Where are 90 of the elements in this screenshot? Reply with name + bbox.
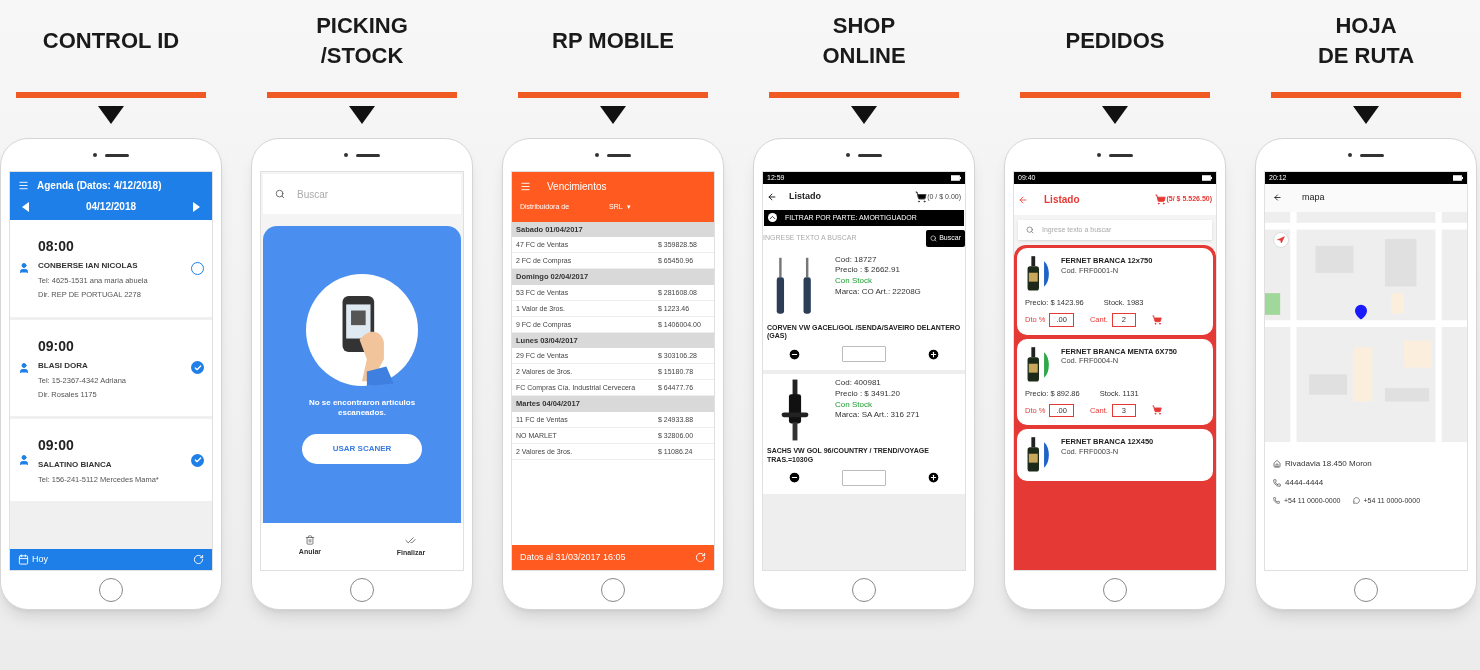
section-title: HOJA DE RUTA	[1317, 12, 1415, 70]
speaker-icon	[105, 153, 129, 157]
section-title: RP MOBILE	[552, 27, 674, 55]
increase-button[interactable]	[927, 471, 941, 484]
address-label: Rivadavia 18.450 Moron	[1285, 457, 1372, 470]
phone-label: 4444-4444	[1285, 476, 1324, 489]
section-title: SHOP ONLINE	[822, 12, 906, 70]
add-to-cart-icon[interactable]	[1152, 405, 1162, 416]
appointment-time: 08:00	[38, 237, 75, 256]
client-name: CONBERSE IAN NICOLAS	[38, 260, 139, 272]
down-arrow-icon	[851, 106, 877, 124]
camera-icon	[1097, 153, 1101, 157]
double-check-icon	[405, 534, 417, 546]
appointment-time: 09:00	[38, 436, 75, 455]
header-title: Agenda (Datos: 4/12/2018)	[37, 179, 162, 193]
back-icon[interactable]	[767, 191, 777, 202]
speaker-icon	[1109, 153, 1133, 157]
camera-icon	[595, 153, 599, 157]
down-arrow-icon	[98, 106, 124, 124]
cart-icon	[915, 190, 928, 203]
home-icon	[1273, 459, 1281, 468]
header-title: mapa	[1302, 191, 1325, 204]
section-title: PEDIDOS	[1065, 27, 1165, 55]
refresh-icon[interactable]	[695, 551, 706, 563]
speaker-icon	[1360, 153, 1384, 157]
refresh-icon[interactable]	[193, 553, 204, 565]
search-icon	[275, 189, 285, 199]
stock-status: Con Stock	[835, 276, 873, 287]
product-brand: Marca: CO Art.: 22208G	[835, 286, 921, 298]
camera-icon	[1348, 153, 1352, 157]
increase-button[interactable]	[927, 347, 941, 361]
today-button[interactable]: Hoy	[18, 552, 48, 566]
camera-icon	[344, 153, 348, 157]
camera-icon	[846, 153, 850, 157]
trash-icon	[304, 534, 315, 545]
client-name: SALATINO BIANCA	[38, 459, 113, 471]
phone-icon	[1273, 497, 1280, 505]
section-title: PICKING /STOCK	[316, 12, 408, 70]
check-icon	[193, 363, 202, 372]
quantity-field[interactable]	[842, 346, 886, 362]
add-to-cart-icon[interactable]	[1152, 314, 1162, 325]
product-code: Cod: 18727	[835, 254, 878, 266]
menu-icon[interactable]	[18, 180, 29, 191]
section-title: CONTROL ID	[42, 27, 180, 55]
down-arrow-icon	[600, 106, 626, 124]
product-brand: Marca: SA Art.: 316 271	[835, 410, 920, 422]
updated-label: Datos al 31/03/2017 16:05	[520, 550, 626, 564]
scan-button[interactable]: USAR SCANER	[302, 434, 422, 464]
battery-icon	[1453, 175, 1463, 181]
camera-icon	[93, 153, 97, 157]
product-code: Cod: 400981	[835, 378, 882, 389]
chat-icon	[1352, 497, 1360, 505]
speaker-icon	[858, 153, 882, 157]
battery-icon	[951, 175, 961, 181]
phone-icon	[1273, 478, 1281, 487]
appointment-time: 09:00	[38, 336, 75, 356]
compass-icon	[1277, 235, 1285, 244]
map-pin-icon	[1353, 303, 1369, 320]
product-price: Precio : $ 2662.91	[835, 265, 901, 277]
speaker-icon	[356, 153, 380, 157]
person-icon	[18, 454, 30, 467]
empty-message: No se encontraron artículos escaneados.	[307, 398, 417, 418]
down-arrow-icon	[349, 106, 375, 124]
header-title: Vencimientos	[547, 180, 607, 194]
stock-status: Con Stock	[835, 399, 873, 411]
date-label: 04/12/2018	[85, 200, 137, 214]
header-title: Listado	[789, 190, 821, 203]
header-title: Listado	[1044, 193, 1080, 207]
decrease-button[interactable]	[787, 347, 801, 361]
person-icon	[18, 361, 30, 374]
down-arrow-icon	[1102, 106, 1128, 124]
speaker-icon	[607, 153, 631, 157]
back-icon[interactable]	[1273, 193, 1282, 203]
quantity-field[interactable]	[842, 469, 886, 486]
client-name: BLASI DORA	[38, 359, 89, 372]
product-price: Precio : $ 3491.20	[835, 388, 901, 400]
check-icon	[193, 456, 202, 465]
calendar-icon	[18, 553, 29, 565]
left-arrow-icon[interactable]	[22, 201, 29, 212]
menu-icon[interactable]	[520, 181, 531, 192]
search-icon	[1026, 226, 1034, 234]
down-arrow-icon	[1353, 106, 1379, 124]
done-checkbox[interactable]	[191, 361, 204, 375]
person-icon	[18, 262, 30, 275]
decrease-button[interactable]	[787, 471, 801, 484]
right-arrow-icon[interactable]	[193, 201, 200, 212]
search-icon	[930, 234, 938, 242]
cart-icon	[1155, 194, 1167, 205]
done-checkbox[interactable]	[191, 453, 204, 467]
battery-icon	[1202, 175, 1212, 181]
